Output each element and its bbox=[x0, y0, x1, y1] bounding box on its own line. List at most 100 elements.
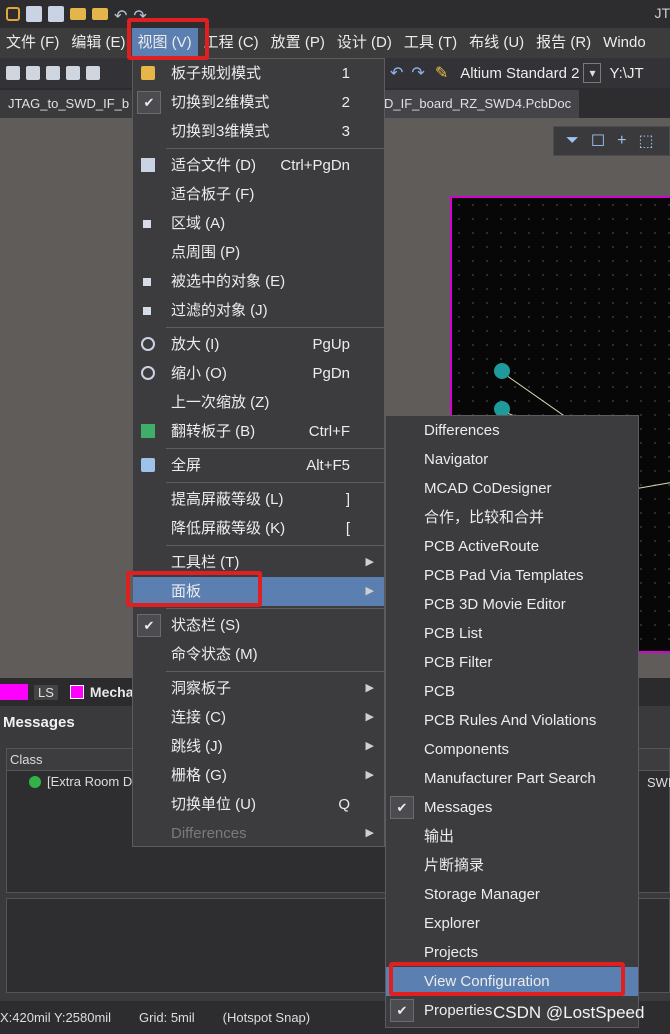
filter-icon[interactable]: ⏷ bbox=[566, 132, 579, 150]
panel-pcb[interactable]: PCB bbox=[386, 677, 638, 706]
app-logo-icon bbox=[6, 7, 20, 21]
menu-item-board-planning[interactable]: 板子规划模式 1 bbox=[133, 59, 384, 88]
menu-item-label: 被选中的对象 (E) bbox=[171, 273, 286, 290]
save-all-icon[interactable] bbox=[48, 6, 64, 22]
standard-select[interactable]: Altium Standard 2 bbox=[460, 65, 579, 82]
more-icon[interactable]: ⬚ bbox=[639, 131, 654, 151]
shortcut: ] bbox=[345, 491, 350, 508]
annotation-box-panels bbox=[126, 571, 262, 607]
undo-icon[interactable]: ↶ bbox=[114, 6, 127, 25]
tab-pcbdoc[interactable]: D_IF_board_RZ_SWD4.PcbDoc bbox=[376, 90, 580, 118]
panel-pcb-filter[interactable]: PCB Filter bbox=[386, 648, 638, 677]
panel-explorer[interactable]: Explorer bbox=[386, 909, 638, 938]
menu-item-fit-document[interactable]: 适合文件 (D) Ctrl+PgDn bbox=[133, 151, 384, 180]
save-icon[interactable] bbox=[26, 6, 42, 22]
submenu-arrow-icon: ▶ bbox=[365, 740, 374, 752]
menu-item-status-bar[interactable]: ✔ 状态栏 (S) bbox=[133, 611, 384, 640]
menu-separator bbox=[166, 545, 384, 546]
selected-objects-icon bbox=[143, 278, 151, 286]
menu-item-jumpers[interactable]: 跳线 (J) ▶ bbox=[133, 732, 384, 761]
menu-separator bbox=[166, 482, 384, 483]
menu-item-command-status[interactable]: 命令状态 (M) bbox=[133, 640, 384, 669]
panel-navigator[interactable]: Navigator bbox=[386, 445, 638, 474]
panel-differences[interactable]: Differences bbox=[386, 416, 638, 445]
zoom-tool-icon[interactable] bbox=[86, 66, 100, 80]
menu-separator bbox=[166, 671, 384, 672]
menu-item-zoom-out[interactable]: 缩小 (O) PgDn bbox=[133, 359, 384, 388]
shortcut: PgUp bbox=[312, 336, 350, 353]
menu-item-board-insight[interactable]: 洞察板子 ▶ bbox=[133, 674, 384, 703]
shortcut: Ctrl+F bbox=[308, 423, 350, 440]
panel-collaborate[interactable]: 合作，比较和合并 bbox=[386, 503, 638, 532]
panel-storage-manager[interactable]: Storage Manager bbox=[386, 880, 638, 909]
tab-jtag-schematic[interactable]: JTAG_to_SWD_IF_b bbox=[0, 90, 138, 118]
full-screen-icon bbox=[141, 458, 155, 472]
menu-reports[interactable]: 报告 (R) bbox=[530, 28, 597, 58]
menu-separator bbox=[166, 448, 384, 449]
undo-tool-icon[interactable]: ↶ bbox=[390, 63, 403, 83]
check-icon: ✔ bbox=[137, 91, 161, 114]
panel-pcb-activeroute[interactable]: PCB ActiveRoute bbox=[386, 532, 638, 561]
panel-messages[interactable]: ✔ Messages bbox=[386, 793, 638, 822]
save-tool-icon[interactable] bbox=[26, 66, 40, 80]
print-icon[interactable] bbox=[46, 66, 60, 80]
menu-item-selected-objects[interactable]: 被选中的对象 (E) bbox=[133, 267, 384, 296]
submenu-arrow-icon: ▶ bbox=[365, 827, 374, 839]
path-field[interactable]: Y:\JT bbox=[609, 65, 643, 82]
print-preview-icon[interactable] bbox=[66, 66, 80, 80]
pen-tool-icon[interactable]: ✎ bbox=[435, 63, 448, 83]
menu-bar: 文件 (F) 编辑 (E) 视图 (V) 工程 (C) 放置 (P) 设计 (D… bbox=[0, 28, 670, 58]
menu-item-label: 提高屏蔽等级 (L) bbox=[171, 491, 284, 508]
menu-tools[interactable]: 工具 (T) bbox=[398, 28, 463, 58]
menu-item-label: 降低屏蔽等级 (K) bbox=[171, 520, 286, 537]
panel-pcb-pad-via-templates[interactable]: PCB Pad Via Templates bbox=[386, 561, 638, 590]
panel-components[interactable]: Components bbox=[386, 735, 638, 764]
shortcut: 3 bbox=[341, 123, 350, 140]
menu-item-full-screen[interactable]: 全屏 Alt+F5 bbox=[133, 451, 384, 480]
menu-item-increase-mask[interactable]: 提高屏蔽等级 (L) ] bbox=[133, 485, 384, 514]
panel-pcb-3d-movie-editor[interactable]: PCB 3D Movie Editor bbox=[386, 590, 638, 619]
menu-item-label: 点周围 (P) bbox=[171, 244, 241, 261]
menu-item-2d-mode[interactable]: ✔ 切换到2维模式 2 bbox=[133, 88, 384, 117]
panel-pcb-list[interactable]: PCB List bbox=[386, 619, 638, 648]
chevron-down-icon[interactable]: ▾ bbox=[583, 63, 602, 83]
menu-item-filtered-objects[interactable]: 过滤的对象 (J) bbox=[133, 296, 384, 325]
menu-item-zoom-in[interactable]: 放大 (I) PgUp bbox=[133, 330, 384, 359]
add-icon[interactable]: + bbox=[617, 132, 626, 150]
zoom-out-icon bbox=[141, 366, 155, 380]
menu-item-previous-zoom[interactable]: 上一次缩放 (Z) bbox=[133, 388, 384, 417]
menu-edit[interactable]: 编辑 (E) bbox=[65, 28, 131, 58]
panel-output[interactable]: 输出 bbox=[386, 822, 638, 851]
menu-item-3d-mode[interactable]: 切换到3维模式 3 bbox=[133, 117, 384, 146]
menu-design[interactable]: 设计 (D) bbox=[331, 28, 398, 58]
menu-place[interactable]: 放置 (P) bbox=[265, 28, 331, 58]
menu-item-around-point[interactable]: 点周围 (P) bbox=[133, 238, 384, 267]
menu-item-fit-board[interactable]: 适合板子 (F) bbox=[133, 180, 384, 209]
menu-item-label: 栅格 (G) bbox=[171, 767, 227, 784]
open-folder-icon[interactable] bbox=[70, 8, 86, 20]
panel-pcb-rules-violations[interactable]: PCB Rules And Violations bbox=[386, 706, 638, 735]
open-icon[interactable] bbox=[6, 66, 20, 80]
menu-item-grids[interactable]: 栅格 (G) ▶ bbox=[133, 761, 384, 790]
menu-separator bbox=[166, 327, 384, 328]
menu-item-flip-board[interactable]: 翻转板子 (B) Ctrl+F bbox=[133, 417, 384, 446]
menu-item-toggle-units[interactable]: 切换单位 (U) Q bbox=[133, 790, 384, 819]
menu-file[interactable]: 文件 (F) bbox=[0, 28, 65, 58]
select-rect-icon[interactable]: ☐ bbox=[591, 131, 605, 151]
menu-item-decrease-mask[interactable]: 降低屏蔽等级 (K) [ bbox=[133, 514, 384, 543]
menu-item-label: 命令状态 (M) bbox=[171, 646, 258, 663]
layer-tab-mechanical[interactable]: Mecha bbox=[90, 684, 134, 700]
message-right-text: SWD bbox=[647, 775, 670, 790]
menu-route[interactable]: 布线 (U) bbox=[463, 28, 530, 58]
layer-tab-ls[interactable]: LS bbox=[34, 684, 58, 700]
open-project-icon[interactable] bbox=[92, 8, 108, 20]
layer-color-swatch bbox=[0, 684, 28, 700]
watermark: CSDN @LostSpeed bbox=[493, 1003, 645, 1022]
panel-snippets[interactable]: 片断摘录 bbox=[386, 851, 638, 880]
menu-window[interactable]: Windo bbox=[597, 28, 652, 58]
panel-mcad-codesigner[interactable]: MCAD CoDesigner bbox=[386, 474, 638, 503]
redo-tool-icon[interactable]: ↷ bbox=[411, 63, 424, 83]
panel-manufacturer-part-search[interactable]: Manufacturer Part Search bbox=[386, 764, 638, 793]
menu-item-area[interactable]: 区域 (A) bbox=[133, 209, 384, 238]
menu-item-connections[interactable]: 连接 (C) ▶ bbox=[133, 703, 384, 732]
